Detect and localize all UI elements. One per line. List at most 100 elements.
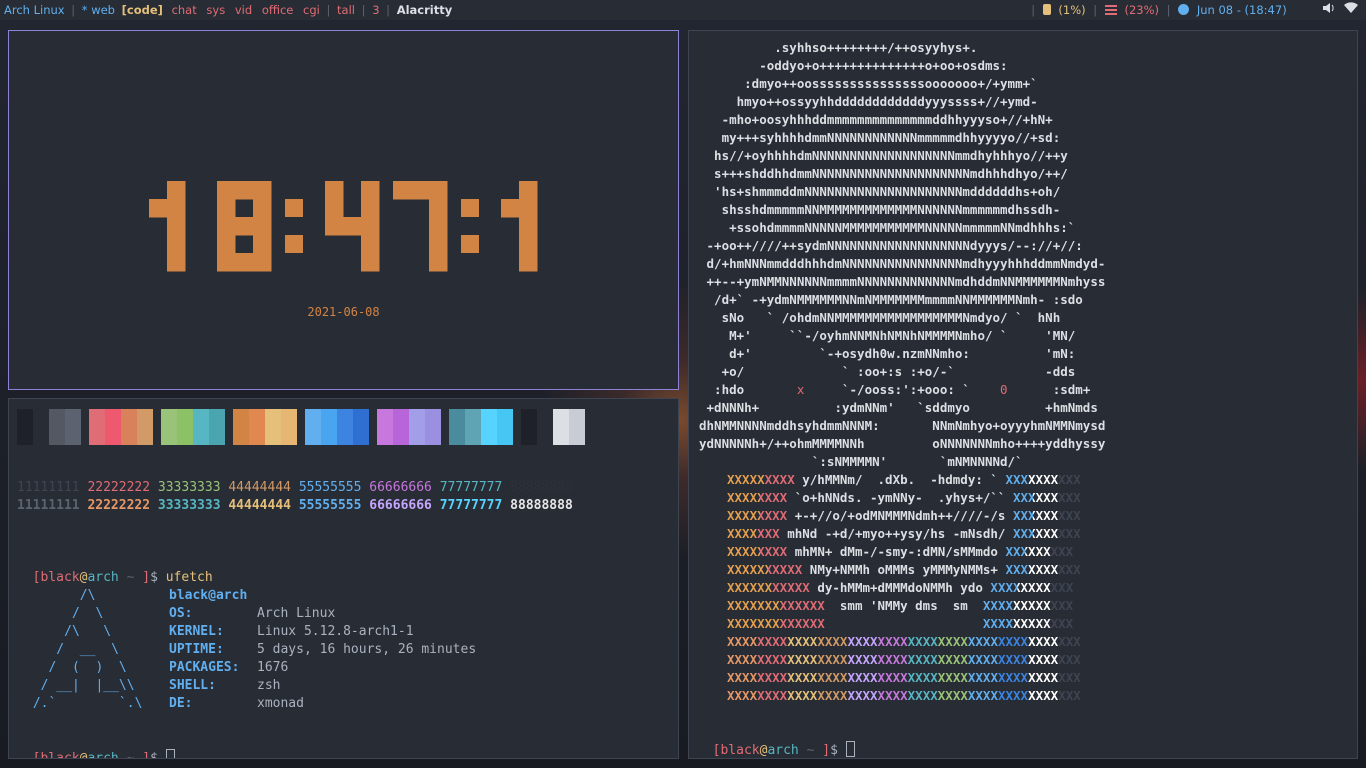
color-row-normal: 11111111 22222222 33333333 44444444 5555… [17,479,581,497]
workspace-cgi[interactable]: cgi [303,0,320,20]
separator: | [326,3,331,17]
fetch-key: PACKAGES: [169,660,240,675]
ascii-line: /d+` -+ydmNMMMMMMNNmNMMMMMMMmmmmNNMMMMMM… [699,292,1083,307]
swatch-group [17,409,81,445]
ascii-line: s+++shddhhdmmNNNNNNNNNNNNNNNNNNNNNmdhhhd… [699,166,1068,181]
color-block-art: XXXXXXXXX y/hMMNm/ .dXb. -hdmdy: ` XXXXX… [727,471,1081,705]
swatch-group [161,409,225,445]
workspace-chat[interactable]: chat [172,0,197,20]
color-sample: 66666666 [369,498,440,513]
swatch-group [89,409,153,445]
ascii-line: +dNNNh+ :ydmNNm' `sddmyo +hmNmds [699,400,1098,415]
xblock-line: XXXXXXXX `o+hNNds. -ymNNy- .yhys+/`` XXX… [727,490,1081,505]
swatch [33,409,49,445]
color-sample: 33333333 [157,480,229,495]
workspace-sys[interactable]: sys [206,0,225,20]
fetch-value: 1676 [257,660,289,675]
workspace-code-current[interactable]: [code] [122,0,163,20]
swatch [65,409,81,445]
color-sample: 55555555 [298,480,370,495]
workspace-vid[interactable]: vid [235,0,252,20]
clock-colon [461,199,479,217]
separator: | [1166,3,1171,17]
clock-icon [1178,4,1190,15]
swatch-group [449,409,513,445]
ascii-line: `:sNMMMMN' `mNMNNNNd/` [699,454,1023,469]
fetch-value: Arch Linux [257,606,336,621]
swatch-group [305,409,369,445]
swatch [537,409,553,445]
color-sample: 33333333 [157,498,229,513]
swatch [209,409,225,445]
workspace-web[interactable]: * web [82,0,115,20]
swatch [49,409,65,445]
color-sample: 66666666 [369,480,440,495]
swatch [233,409,249,445]
separator: | [386,3,391,17]
xblock-line: XXXXXXXXXXXXX smm 'NMMy dms sm XXXXXXXXX… [727,598,1074,613]
clock-digit-7 [393,181,448,272]
color-sample: 88888888 [510,480,581,495]
wifi-icon[interactable] [1344,0,1358,20]
clock-colon [285,199,303,217]
fetch-row: PACKAGES: 1676 [169,659,476,677]
swatch [177,409,193,445]
ascii-line: :dmyo++oosssssssssssssssooooooo+/+ymm+` [699,76,1038,91]
bar-left: Arch Linux | * web [code] chat sys vid o… [4,0,452,20]
swatch [353,409,369,445]
fetch-key: OS: [169,606,193,621]
clock-window[interactable]: 18:47:17 2021-06-08 [8,30,679,390]
swatch [89,409,105,445]
fetch-key: SHELL: [169,678,216,693]
xblock-band: XXXXXXXXXXXXXXXXXXXXXXXXXXXXXXXXXXXXXXXX… [727,670,1081,685]
xblock-line: XXXXXXXXXX NMy+NMMh oMMMs yMMMyNMMs+ XXX… [727,562,1081,577]
separator: | [71,3,76,17]
volume-icon[interactable] [1322,0,1336,20]
terminal-right[interactable]: .syhhso++++++++/++osyyhys+. -oddyo+o++++… [688,30,1358,759]
xblock-band: XXXXXXXXXXXXXXXXXXXXXXXXXXXXXXXXXXXXXXXX… [727,688,1081,703]
prompt-line[interactable]: [black@arch ~ ]$ [697,723,855,758]
fetch-value: xmonad [257,696,304,711]
window-title: Alacritty [396,3,453,17]
terminal-left[interactable]: 11111111 22222222 33333333 44444444 5555… [8,398,679,759]
cursor [845,741,855,757]
ascii-line: 'hs+shmmmddmNNNNNNNNNNNNNNNNNNNNNmdddddd… [699,184,1061,199]
color-sample: 11111111 [17,480,88,495]
swatch [121,409,137,445]
swatch [409,409,425,445]
ascii-line: -oddyo+o++++++++++++++o+oo+osdms: [699,58,1008,73]
clock-digit-1 [501,181,538,272]
clock-digits [149,181,538,272]
xblock-line: XXXXXXXXXXX dy-hMMm+dMMMdoNMMh ydo XXXXX… [727,580,1074,595]
digital-clock: 18:47:17 [149,181,538,272]
memory-icon [1104,5,1117,15]
swatch [161,409,177,445]
swatch [377,409,393,445]
fetch-row: SHELL: zsh [169,677,476,695]
ascii-line: ydNNNNNh+/++ohmMMMMNNh oNNNNNNNmho++++yd… [699,436,1106,451]
swatch-group [377,409,441,445]
fetch-value: Linux 5.12.8-arch1-1 [257,624,414,639]
os-label: Arch Linux [4,3,65,17]
xblock-line: XXXXXXXX mhMN+ dMm-/-smy-:dMN/sMMmdo XXX… [727,544,1074,559]
clock-date: 2021-06-08 [307,305,380,319]
fetch-row: KERNEL: Linux 5.12.8-arch1-1 [169,623,476,641]
layout-name[interactable]: tall [337,0,355,20]
date-time: Jun 08 - (18:47) [1196,3,1287,17]
color-row-bold: 11111111 22222222 33333333 44444444 5555… [17,497,581,515]
ascii-line: sNo ` /ohdmNNMMMMMMMMMMMMMMMMMNmdyo/ ` h… [699,310,1061,325]
swatch [425,409,441,445]
prompt-line[interactable]: [black@arch ~ ]$ [17,731,175,758]
xblock-band: XXXXXXXXXXXXXXXXXXXXXXXXXXXXXXXXXXXXXXXX… [727,634,1081,649]
swatch [305,409,321,445]
swatch [105,409,121,445]
swatch-group [233,409,297,445]
bar-right: | (1%) | (23%) | Jun 08 - (18:47) [1031,0,1358,20]
fetch-key: UPTIME: [169,642,224,657]
ascii-line: my+++syhhhhdmmNNNNNNNNNNNNmmmmmdhhyyyyo/… [699,130,1061,145]
separator: | [1031,3,1036,17]
swatch [449,409,465,445]
color-sample: 77777777 [439,480,511,495]
swatch [17,409,33,445]
workspace-office[interactable]: office [262,0,294,20]
